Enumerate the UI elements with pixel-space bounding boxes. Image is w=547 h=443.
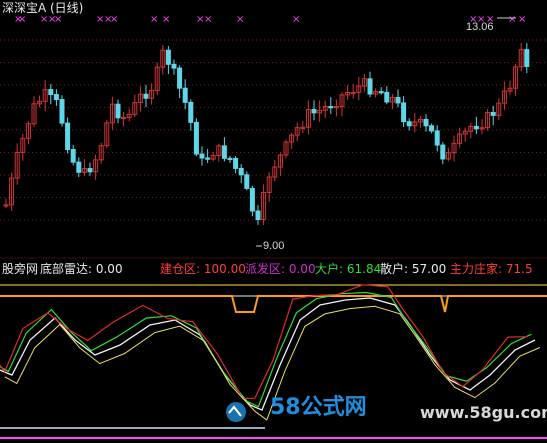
candle-body	[238, 167, 244, 176]
indicator-label: 大户:	[315, 262, 347, 276]
candle-body	[199, 153, 205, 159]
candle-body	[244, 174, 250, 189]
candle-body	[440, 144, 446, 160]
watermark-url: www.58gu.com	[420, 403, 547, 422]
indicator-label: 底部雷达:	[40, 262, 96, 276]
chart-canvas: ×× × ×× × ×× × × × × × × × × × × ×	[0, 14, 547, 439]
candle-body	[434, 130, 440, 146]
candle-body	[524, 49, 530, 67]
watermark-title: 58公式网	[270, 395, 367, 420]
candle-body	[205, 157, 211, 160]
indicator-value: 57.00	[411, 262, 447, 276]
signal-marker: ×	[18, 14, 26, 25]
candle-body	[48, 89, 54, 96]
candle-body	[59, 99, 65, 124]
candle-body	[429, 125, 435, 132]
candle-body	[249, 187, 255, 212]
candle-body	[165, 49, 171, 65]
candle-body	[367, 78, 373, 95]
candle-body	[65, 122, 71, 151]
candle-body	[328, 106, 334, 109]
indicator-item: 主力庄家: 71.5	[450, 262, 533, 276]
oscillator-white-line	[0, 297, 536, 411]
indicator-item: 散户: 57.00	[380, 262, 446, 276]
indicator-item: 底部雷达: 0.00	[40, 262, 123, 276]
indicator-value: 0.00	[288, 262, 316, 276]
candle-body	[76, 161, 82, 173]
signal-marker: ×	[236, 14, 244, 25]
candle-body	[490, 111, 496, 116]
indicator-label: 建仓区:	[160, 262, 204, 276]
indicator-value: 100.00	[203, 262, 246, 276]
candle-body	[115, 103, 121, 119]
indicator-value: 61.84	[346, 262, 382, 276]
candle-body	[473, 125, 479, 130]
indicator-value: 0.00	[95, 262, 123, 276]
candle-body	[193, 121, 199, 155]
signal-marker: ×	[54, 14, 62, 25]
candle-body	[87, 168, 93, 173]
candle-body	[378, 91, 384, 94]
signal-marker: ×	[162, 14, 170, 25]
signal-marker: ×	[508, 14, 516, 25]
candle-body	[221, 145, 227, 159]
price-grid	[0, 39, 547, 259]
candle-body	[255, 210, 261, 221]
candle-body	[401, 102, 407, 123]
candle-body	[188, 101, 194, 123]
candle-body	[70, 149, 76, 163]
candle-body	[311, 109, 317, 114]
candle-body	[233, 157, 239, 169]
candle-body	[143, 93, 149, 99]
candle-body	[406, 121, 412, 127]
low-price-annotation: 9.00	[263, 240, 285, 252]
oscillator-green-line	[0, 291, 532, 408]
candle-body	[395, 96, 401, 104]
indicator-item: 建仓区: 100.00	[160, 262, 246, 276]
stock-title[interactable]: 深深宝A	[2, 1, 46, 15]
candle-body	[384, 91, 390, 103]
indicator-item: 大户: 61.84	[315, 262, 381, 276]
indicator-value: 71.5	[505, 262, 533, 276]
signal-marker: ×	[292, 14, 300, 25]
indicator-item: 派发区: 0.00	[245, 262, 316, 276]
signal-markers: ×× × ×× × ×× × × × × × × × × × × ×	[14, 14, 526, 25]
indicator-label: 派发区:	[245, 262, 289, 276]
indicator-label: 散户:	[380, 262, 412, 276]
signal-marker: ×	[110, 14, 118, 25]
high-price-annotation: 13.06	[466, 21, 494, 33]
candlesticks[interactable]	[3, 17, 530, 247]
watermark-logo	[226, 402, 246, 422]
candle-body	[227, 157, 233, 161]
indicator-header: 股旁网 底部雷达: 0.00 建仓区: 100.00 派发区: 0.00 大户: 61…	[0, 262, 547, 276]
signal-marker: ×	[150, 14, 158, 25]
period-label[interactable]: (日线)	[50, 1, 83, 15]
signal-marker: ×	[518, 14, 526, 25]
candle-body	[182, 87, 188, 103]
candle-body	[53, 94, 59, 101]
signal-marker: ×	[204, 14, 212, 25]
candle-body	[171, 63, 177, 69]
oscillator-red-line	[0, 284, 528, 400]
candle-body	[177, 67, 183, 89]
candle-body	[423, 118, 429, 127]
accumulation-step-line	[0, 295, 547, 313]
indicator-label: 主力庄家:	[450, 262, 506, 276]
indicator-name[interactable]: 股旁网	[2, 262, 38, 276]
